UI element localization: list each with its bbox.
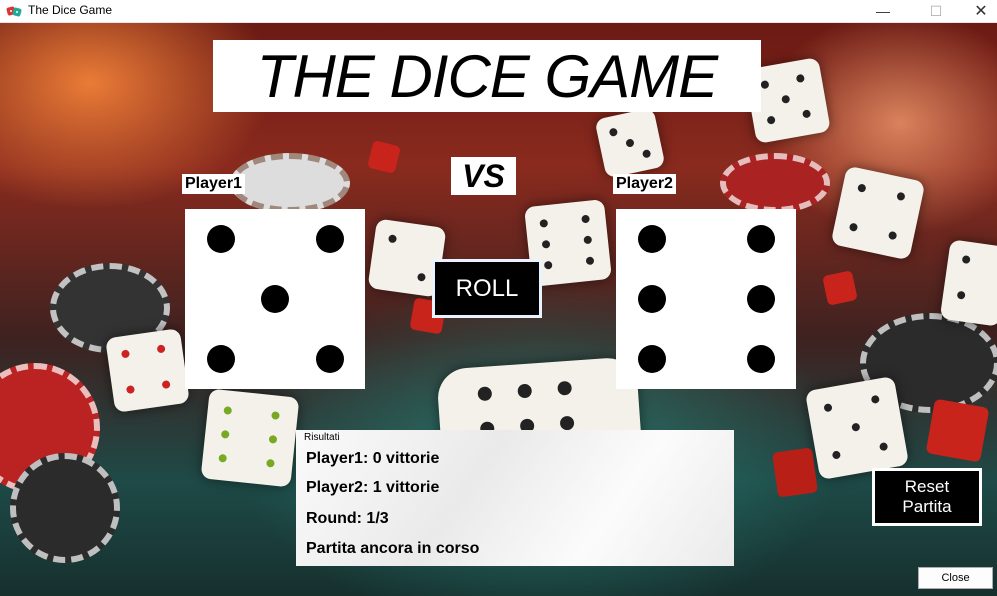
player1-die: [185, 209, 365, 389]
reset-match-button[interactable]: Reset Partita: [872, 468, 982, 526]
die-pip: [638, 285, 666, 313]
window-titlebar: The Dice Game — ☐ ✕: [0, 0, 997, 23]
die-pip: [747, 345, 775, 373]
die-pip: [747, 285, 775, 313]
die-pip: [316, 345, 344, 373]
round-text: Round: 1/3: [306, 510, 389, 527]
red-die-decoration: [925, 398, 990, 463]
die-pip: [261, 285, 289, 313]
close-button[interactable]: Close: [918, 567, 993, 589]
background-die-decoration: [804, 375, 910, 481]
vs-label-panel: VS: [451, 157, 516, 195]
vs-label: VS: [462, 157, 505, 194]
game-title-panel: THE DICE GAME: [213, 40, 761, 112]
maximize-button[interactable]: ☐: [913, 0, 959, 22]
background-die-decoration: [105, 328, 190, 413]
dice-icon: [6, 6, 22, 17]
casino-chip-decoration: [720, 153, 830, 213]
close-window-button[interactable]: ✕: [958, 0, 997, 22]
die-pip: [207, 225, 235, 253]
red-die-decoration: [367, 140, 401, 174]
background-die-decoration: [830, 165, 926, 261]
game-status-text: Partita ancora in corso: [306, 540, 480, 557]
player1-label: Player1: [182, 174, 245, 194]
player2-die: [616, 209, 796, 389]
background-die-decoration: [594, 107, 666, 179]
background-die-decoration: [939, 239, 997, 327]
die-pip: [747, 225, 775, 253]
die-pip: [316, 225, 344, 253]
player2-label: Player2: [613, 174, 676, 194]
game-title: THE DICE GAME: [256, 42, 718, 110]
window-title: The Dice Game: [28, 3, 113, 17]
player2-wins-text: Player2: 1 vittorie: [306, 479, 440, 496]
roll-button[interactable]: ROLL: [432, 259, 542, 318]
casino-chip-decoration: [10, 453, 120, 563]
die-pip: [638, 345, 666, 373]
red-die-decoration: [772, 447, 818, 498]
red-die-decoration: [822, 270, 858, 306]
results-panel: Risultati Player1: 0 vittorie Player2: 1…: [296, 430, 734, 566]
minimize-button[interactable]: —: [860, 0, 906, 22]
casino-chip-decoration: [230, 153, 350, 213]
player1-wins-text: Player1: 0 vittorie: [306, 450, 440, 467]
die-pip: [207, 345, 235, 373]
results-caption: Risultati: [304, 432, 340, 443]
die-pip: [638, 225, 666, 253]
background-die-decoration: [200, 388, 300, 488]
